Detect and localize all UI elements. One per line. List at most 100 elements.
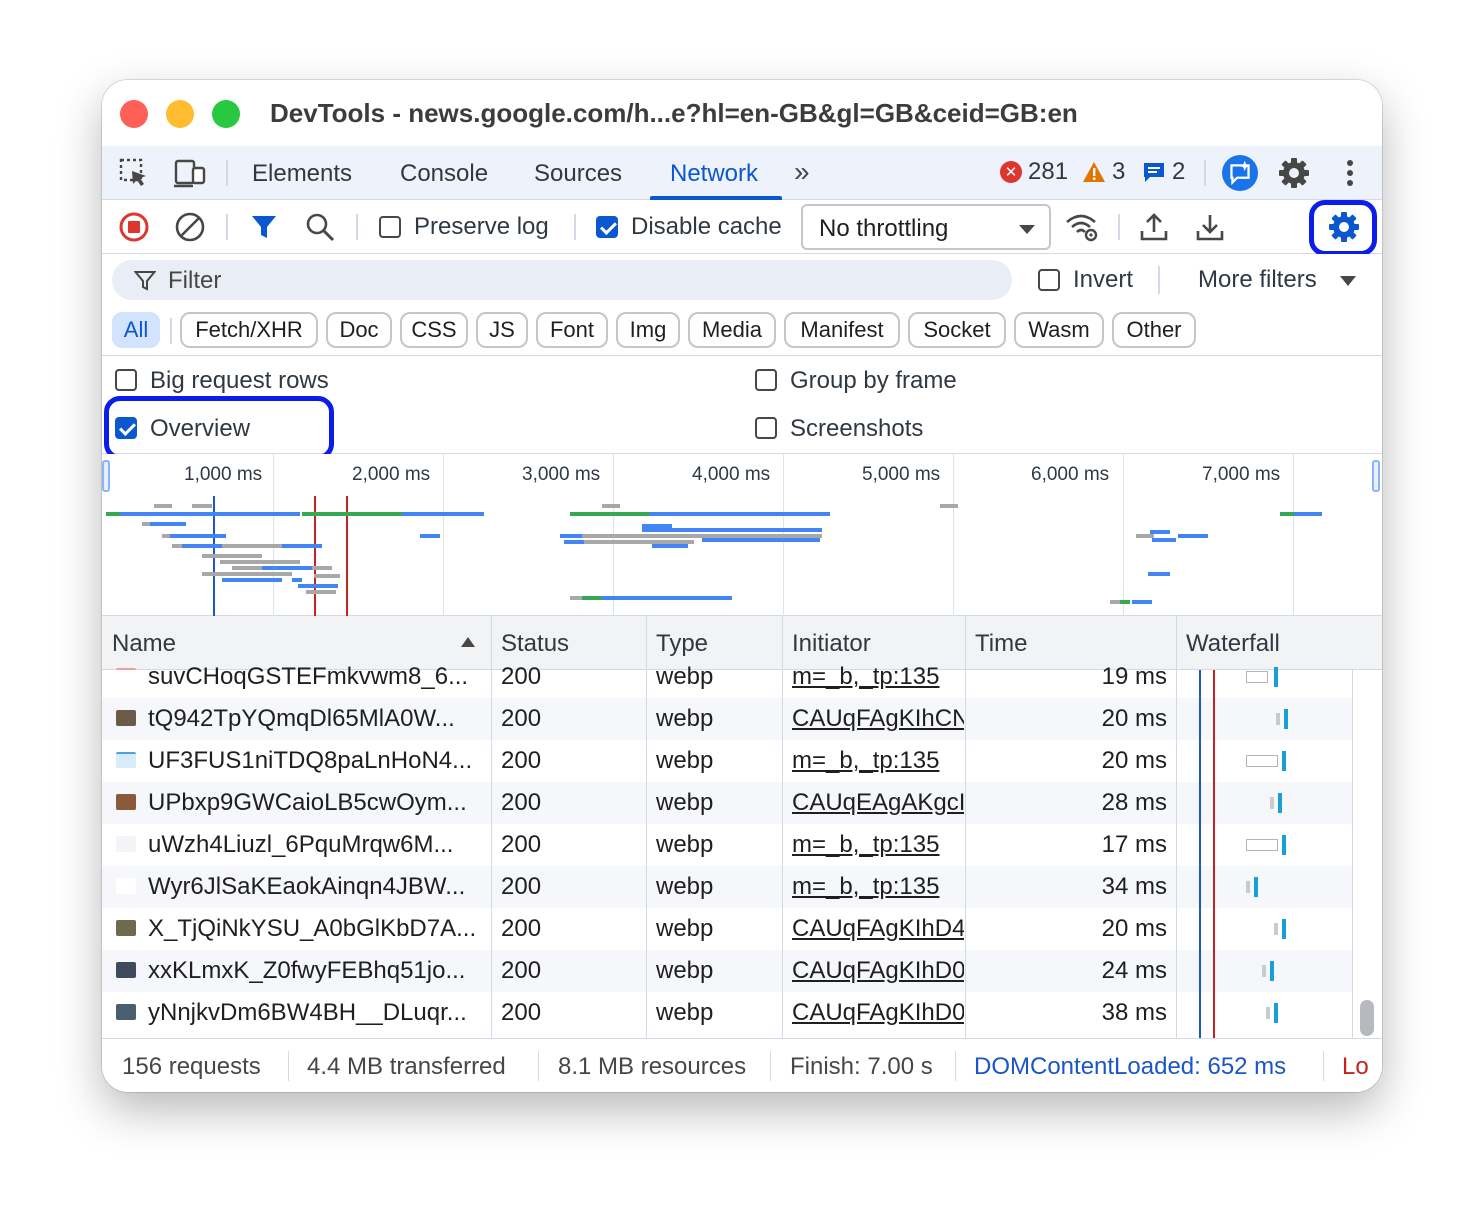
request-initiator-link[interactable]: m=_b,_tp:135 [792, 663, 964, 691]
overview-request-bar [282, 544, 322, 548]
column-header-type[interactable]: Type [656, 630, 708, 658]
column-divider[interactable] [965, 616, 966, 1038]
column-header-status[interactable]: Status [501, 630, 569, 658]
request-initiator-link[interactable]: CAUqFAgKIhCN [792, 705, 964, 733]
table-row[interactable]: X_TjQiNkYSU_A0bGlKbD7A... 200 webp CAUqFAgK… [102, 908, 1352, 950]
type-filter-socket[interactable]: Socket [908, 312, 1006, 348]
request-initiator-link[interactable]: CAUqEAgAKgcI [792, 789, 964, 817]
filter-funnel-icon[interactable] [246, 209, 282, 245]
minimize-window-button[interactable] [166, 100, 194, 128]
request-name[interactable]: uWzh4Liuzl_6PquMrqw6M... [148, 831, 486, 859]
message-counter[interactable]: 2 [1142, 158, 1185, 186]
request-name[interactable]: yNnjkvDm6BW4BH__DLuqr... [148, 999, 486, 1027]
request-initiator-link[interactable]: CAUqFAgKIhD4 [792, 915, 964, 943]
table-row[interactable]: suvCHoqGSTEFmkvwm8_6... 200 webp m=_b,_tp:1… [102, 656, 1352, 698]
network-overview-timeline[interactable]: 1,000 ms 2,000 ms 3,000 ms 4,000 ms 5,00… [102, 454, 1382, 616]
type-filter-doc[interactable]: Doc [326, 312, 392, 348]
search-icon[interactable] [302, 209, 338, 245]
chevron-down-icon[interactable] [1340, 276, 1356, 286]
table-row[interactable]: uWzh4Liuzl_6PquMrqw6M... 200 webp m=_b,_tp:… [102, 824, 1352, 866]
invert-label[interactable]: Invert [1073, 266, 1133, 294]
tab-sources[interactable]: Sources [534, 160, 622, 188]
settings-gear-icon[interactable] [1276, 155, 1312, 191]
tab-elements[interactable]: Elements [252, 160, 352, 188]
type-filter-font[interactable]: Font [536, 312, 608, 348]
request-name[interactable]: UF3FUS1niTDQ8paLnHoN4... [148, 747, 486, 775]
filter-input[interactable]: Filter [112, 260, 1012, 300]
network-conditions-icon[interactable] [1064, 209, 1100, 245]
big-request-rows-label[interactable]: Big request rows [150, 367, 329, 395]
request-name[interactable]: tQ942TpYQmqDl65MlA0W... [148, 705, 486, 733]
export-har-icon[interactable] [1192, 209, 1228, 245]
ai-assistance-icon[interactable] [1222, 155, 1258, 191]
error-icon: ✕ [1000, 161, 1022, 183]
more-tabs-icon[interactable]: » [794, 156, 810, 188]
disable-cache-checkbox[interactable] [596, 216, 618, 238]
table-row[interactable]: UF3FUS1niTDQ8paLnHoN4... 200 webp m=_b,_tp:… [102, 740, 1352, 782]
type-filter-css[interactable]: CSS [400, 312, 468, 348]
resource-type-filters: All Fetch/XHR Doc CSS JS Font Img Media … [102, 306, 1382, 356]
column-header-time[interactable]: Time [975, 630, 1027, 658]
zoom-window-button[interactable] [212, 100, 240, 128]
type-filter-fetch-xhr[interactable]: Fetch/XHR [180, 312, 318, 348]
screenshots-checkbox[interactable] [755, 417, 777, 439]
group-by-frame-label[interactable]: Group by frame [790, 367, 957, 395]
tab-console[interactable]: Console [400, 160, 488, 188]
request-initiator-link[interactable]: CAUqFAgKIhD0 [792, 999, 964, 1027]
column-divider[interactable] [646, 616, 647, 1038]
table-scrollbar-thumb[interactable] [1360, 1000, 1374, 1036]
request-name[interactable]: xxKLmxK_Z0fwyFEBhq51jo... [148, 957, 486, 985]
throttling-select[interactable]: No throttling [801, 204, 1051, 250]
stop-recording-icon[interactable] [116, 209, 152, 245]
request-initiator-link[interactable]: m=_b,_tp:135 [792, 747, 964, 775]
tab-network[interactable]: Network [670, 160, 758, 188]
table-row[interactable]: xxKLmxK_Z0fwyFEBhq51jo... 200 webp CAUqFAgK… [102, 950, 1352, 992]
type-filter-media[interactable]: Media [688, 312, 776, 348]
big-request-rows-checkbox[interactable] [115, 369, 137, 391]
type-filter-manifest[interactable]: Manifest [784, 312, 900, 348]
column-header-waterfall[interactable]: Waterfall [1186, 630, 1280, 658]
invert-checkbox[interactable] [1038, 269, 1060, 291]
resources-size: 8.1 MB resources [558, 1053, 747, 1080]
screenshots-label[interactable]: Screenshots [790, 415, 923, 443]
more-filters-dropdown[interactable]: More filters [1198, 266, 1317, 294]
type-filter-js[interactable]: JS [476, 312, 528, 348]
sort-ascending-icon[interactable] [461, 637, 475, 647]
request-initiator-link[interactable]: m=_b,_tp:135 [792, 831, 964, 859]
clear-icon[interactable] [172, 209, 208, 245]
type-filter-img[interactable]: Img [616, 312, 680, 348]
resource-thumbnail [116, 836, 136, 852]
overview-left-handle[interactable] [102, 460, 110, 492]
type-filter-wasm[interactable]: Wasm [1014, 312, 1104, 348]
group-by-frame-checkbox[interactable] [755, 369, 777, 391]
more-options-icon[interactable] [1332, 155, 1368, 191]
overview-right-handle[interactable] [1372, 460, 1380, 492]
import-har-icon[interactable] [1136, 209, 1172, 245]
request-name[interactable]: suvCHoqGSTEFmkvwm8_6... [148, 663, 486, 691]
warning-counter[interactable]: 3 [1082, 158, 1125, 186]
column-header-name[interactable]: Name [112, 630, 176, 658]
request-name[interactable]: UPbxp9GWCaioLB5cwOym... [148, 789, 486, 817]
disable-cache-label[interactable]: Disable cache [631, 213, 782, 241]
table-row[interactable]: tQ942TpYQmqDl65MlA0W... 200 webp CAUqFAgKIh… [102, 698, 1352, 740]
preserve-log-label[interactable]: Preserve log [414, 213, 549, 241]
table-row[interactable]: UPbxp9GWCaioLB5cwOym... 200 webp CAUqEAgAKg… [102, 782, 1352, 824]
preserve-log-checkbox[interactable] [379, 216, 401, 238]
type-filter-other[interactable]: Other [1112, 312, 1196, 348]
table-row[interactable]: yNnjkvDm6BW4BH__DLuqr... 200 webp CAUqFAgKI… [102, 992, 1352, 1034]
column-divider[interactable] [491, 616, 492, 1038]
request-initiator-link[interactable]: CAUqFAgKIhD0 [792, 957, 964, 985]
close-window-button[interactable] [120, 100, 148, 128]
column-header-initiator[interactable]: Initiator [792, 630, 871, 658]
type-filter-all[interactable]: All [112, 312, 160, 348]
column-divider[interactable] [1176, 616, 1177, 1038]
table-row[interactable]: Wyr6JlSaKEaokAinqn4JBW... 200 webp m=_b,_tp… [102, 866, 1352, 908]
device-toolbar-icon[interactable] [172, 155, 208, 191]
request-name[interactable]: X_TjQiNkYSU_A0bGlKbD7A... [148, 915, 486, 943]
error-counter[interactable]: ✕ 281 [1000, 158, 1068, 186]
resource-thumbnail [116, 752, 136, 768]
column-divider[interactable] [782, 616, 783, 1038]
request-initiator-link[interactable]: m=_b,_tp:135 [792, 873, 964, 901]
inspect-element-icon[interactable] [116, 155, 152, 191]
request-name[interactable]: Wyr6JlSaKEaokAinqn4JBW... [148, 873, 486, 901]
